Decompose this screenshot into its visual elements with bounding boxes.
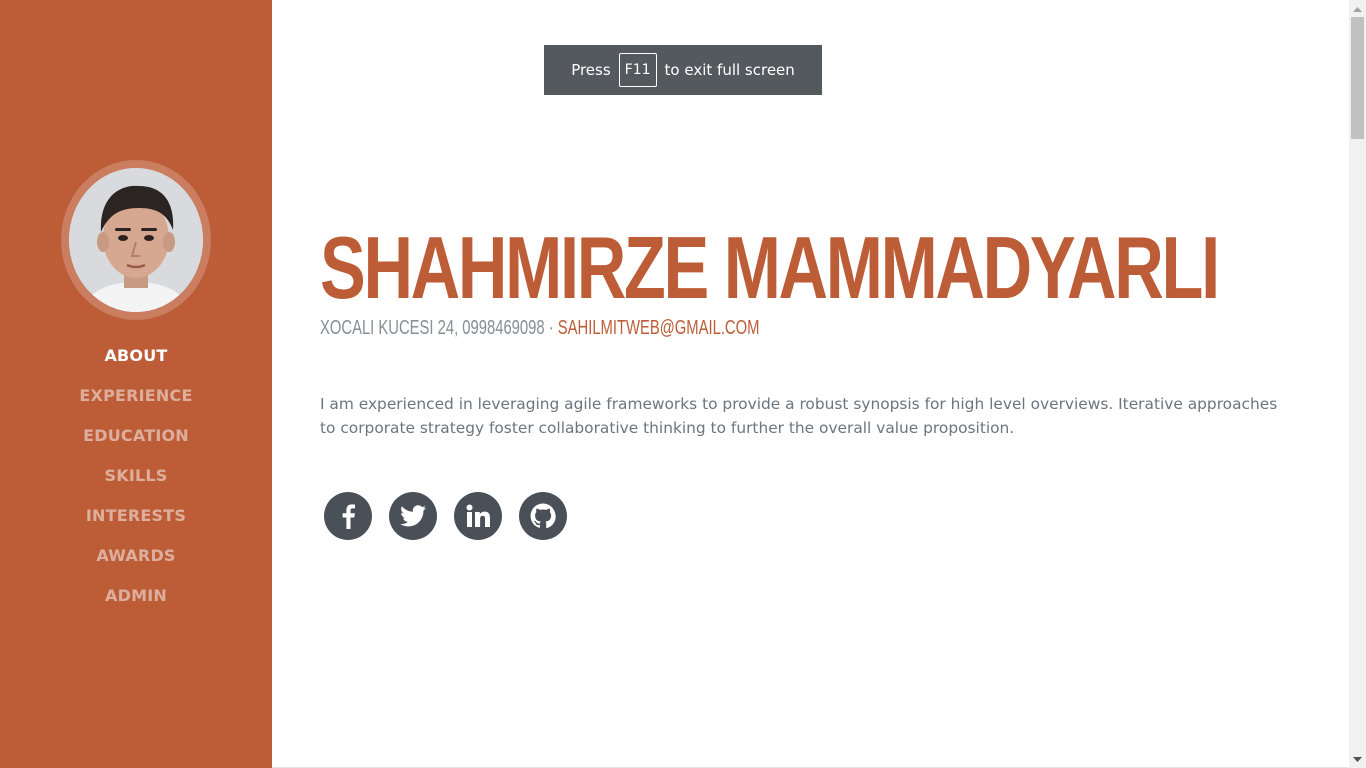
- vertical-scrollbar[interactable]: [1349, 0, 1366, 768]
- toast-key: F11: [618, 53, 657, 87]
- nav-item-about[interactable]: ABOUT: [0, 336, 272, 376]
- github-icon: [530, 503, 556, 529]
- email-link[interactable]: SAHILMITWEB@GMAIL.COM: [558, 317, 760, 339]
- twitter-button[interactable]: [389, 492, 437, 540]
- fullscreen-toast: Press F11 to exit full screen: [544, 45, 822, 95]
- linkedin-button[interactable]: [454, 492, 502, 540]
- nav-item-experience[interactable]: EXPERIENCE: [0, 376, 272, 416]
- scroll-down-arrow-icon[interactable]: [1349, 751, 1366, 768]
- social-icons: [324, 492, 584, 540]
- nav-item-awards[interactable]: AWARDS: [0, 536, 272, 576]
- toast-suffix-text: to exit full screen: [664, 61, 795, 79]
- github-button[interactable]: [519, 492, 567, 540]
- about-section: Press F11 to exit full screen SHAHMIRZE …: [272, 0, 1349, 768]
- page: ABOUT EXPERIENCE EDUCATION SKILLS INTERE…: [0, 0, 1366, 768]
- nav-item-interests[interactable]: INTERESTS: [0, 496, 272, 536]
- toast-press-text: Press: [571, 61, 611, 79]
- address-text: XOCALI KUCESI 24, 0998469098 ·: [320, 317, 558, 339]
- nav-item-skills[interactable]: SKILLS: [0, 456, 272, 496]
- avatar: [69, 168, 203, 312]
- nav-item-admin[interactable]: ADMIN: [0, 576, 272, 616]
- page-title: SHAHMIRZE MAMMADYARLI: [320, 218, 1220, 317]
- contact-line: XOCALI KUCESI 24, 0998469098 · SAHILMITW…: [320, 316, 759, 340]
- facebook-button[interactable]: [324, 492, 372, 540]
- profile-photo: [69, 168, 203, 312]
- avatar-ring: [61, 160, 211, 320]
- linkedin-icon: [466, 504, 490, 527]
- about-description: I am experienced in leveraging agile fra…: [320, 395, 1278, 437]
- twitter-icon: [400, 505, 426, 527]
- facebook-icon: [342, 504, 355, 529]
- sidebar-nav: ABOUT EXPERIENCE EDUCATION SKILLS INTERE…: [0, 336, 272, 616]
- scroll-up-arrow-icon[interactable]: [1349, 0, 1366, 17]
- nav-item-education[interactable]: EDUCATION: [0, 416, 272, 456]
- scrollbar-thumb[interactable]: [1351, 17, 1364, 139]
- sidebar: ABOUT EXPERIENCE EDUCATION SKILLS INTERE…: [0, 0, 272, 768]
